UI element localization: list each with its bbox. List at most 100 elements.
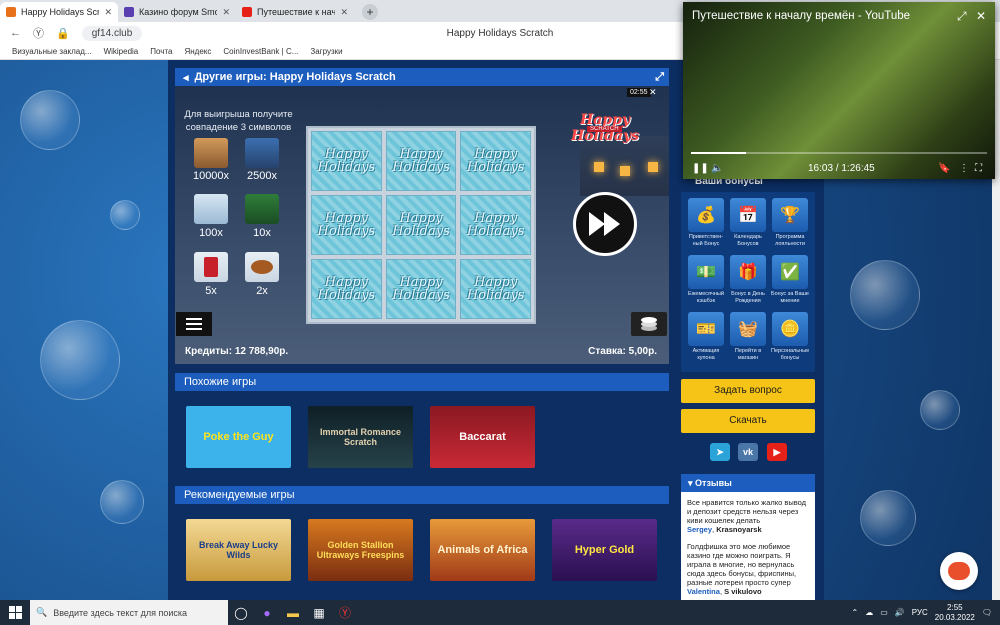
- game-thumb-golden-stallion[interactable]: Golden Stallion Ultraways Freespins: [308, 519, 413, 581]
- back-arrow-icon[interactable]: ←: [10, 27, 21, 39]
- scratch-cell[interactable]: Happy Holidays: [385, 131, 457, 191]
- tab-youtube[interactable]: Путешествие к нача... ✕: [236, 2, 354, 22]
- volume-icon[interactable]: 🔊: [895, 608, 905, 617]
- fullscreen-icon[interactable]: ⛶: [975, 163, 982, 174]
- download-button[interactable]: Скачать: [681, 409, 815, 433]
- back-to-tab-icon[interactable]: ⤢: [957, 9, 967, 24]
- ask-question-button[interactable]: Задать вопрос: [681, 379, 815, 403]
- vk-icon[interactable]: vk: [738, 443, 758, 461]
- bonus-label: Программа лояльности: [775, 234, 805, 247]
- chat-support-button[interactable]: [940, 552, 978, 590]
- bonus-welcome[interactable]: 💰 Приветствен-ный Бонус: [687, 198, 725, 247]
- tab-smokgame[interactable]: Казино форум SmoKGame ✕: [118, 2, 236, 22]
- cloud-icon[interactable]: ☁: [865, 608, 873, 617]
- windows-start-icon[interactable]: [0, 600, 30, 625]
- close-icon[interactable]: ✕: [976, 9, 986, 23]
- bonus-label: Бонус за Ваше мнение: [771, 291, 809, 304]
- close-icon[interactable]: ✕: [222, 7, 230, 18]
- bookmark-item[interactable]: Визуальные заклад...: [12, 47, 92, 56]
- bookmark-item[interactable]: Загрузки: [310, 47, 342, 56]
- close-icon[interactable]: ✕: [340, 7, 348, 18]
- coins-stake-button[interactable]: [631, 312, 667, 336]
- scratch-cell[interactable]: Happy Holidays: [460, 195, 531, 255]
- url-field[interactable]: gf14.club: [81, 25, 143, 41]
- alice-assistant-icon[interactable]: ●: [254, 600, 280, 625]
- bookmark-item[interactable]: Яндекс: [184, 47, 211, 56]
- yandex-browser-icon[interactable]: Ⓨ: [332, 600, 358, 625]
- tab-happy-holidays[interactable]: Happy Holidays Scratch ✕: [0, 2, 118, 22]
- reviews-title: Отзывы: [695, 478, 732, 488]
- review-author[interactable]: Valentina: [687, 587, 720, 596]
- hamburger-menu-button[interactable]: [176, 312, 212, 336]
- christmas-tree-icon: [245, 194, 279, 224]
- new-tab-button[interactable]: +: [362, 4, 378, 20]
- close-icon[interactable]: ✕: [104, 7, 112, 18]
- bonus-coupon[interactable]: 🎫 Активация купона: [687, 312, 725, 361]
- coupon-icon: 🎫: [688, 312, 724, 346]
- game-thumb-immortal-romance[interactable]: Immortal Romance Scratch: [308, 406, 413, 468]
- lock-icon[interactable]: 🔒: [56, 27, 70, 40]
- close-icon[interactable]: ✕: [649, 87, 657, 98]
- clock-time: 2:55: [947, 602, 963, 612]
- tray-arrow-icon[interactable]: ⌃: [852, 608, 859, 617]
- scratch-cell[interactable]: Happy Holidays: [460, 259, 531, 319]
- bonus-shop[interactable]: 🧺 Перейти в магазин: [729, 312, 767, 361]
- scratch-cell[interactable]: Happy Holidays: [311, 259, 382, 319]
- task-view-icon[interactable]: ◯: [228, 600, 254, 625]
- file-explorer-icon[interactable]: ▬: [280, 600, 306, 625]
- scratch-card-grid[interactable]: Happy Holidays Happy Holidays Happy Holi…: [306, 126, 536, 324]
- scratch-cell[interactable]: Happy Holidays: [311, 195, 382, 255]
- bonus-calendar[interactable]: 📅 Календарь Бонусов: [729, 198, 767, 247]
- notifications-icon[interactable]: 🗨: [982, 608, 992, 617]
- game-thumb-hyper-gold[interactable]: Hyper Gold: [552, 519, 657, 581]
- scratch-cell[interactable]: Happy Holidays: [385, 259, 457, 319]
- review-author[interactable]: Sergey: [687, 525, 712, 534]
- system-clock[interactable]: 2:55 20.03.2022: [935, 603, 975, 623]
- bonus-label: Ежемесячный кэшбэк: [688, 291, 724, 304]
- pause-icon[interactable]: ❚❚: [692, 163, 709, 174]
- volume-icon[interactable]: 🔈: [711, 163, 723, 174]
- bookmark-item[interactable]: CoinInvestBank | С...: [223, 47, 298, 56]
- game-title: Другие игры: Happy Holidays Scratch: [194, 71, 396, 83]
- game-canvas[interactable]: 02:55 ✕ Для выигрыша получите совпадение…: [175, 86, 669, 364]
- bonus-birthday[interactable]: 🎁 Бонус в День Рождения: [729, 255, 767, 304]
- search-icon: 🔍: [36, 607, 48, 617]
- review-city: S vikulovo: [724, 587, 762, 596]
- youtube-icon[interactable]: ▶: [767, 443, 787, 461]
- bonus-opinion[interactable]: ✅ Бонус за Ваше мнение: [771, 255, 809, 304]
- taskbar-search-field[interactable]: 🔍 Введите здесь текст для поиска: [30, 600, 228, 625]
- win-instructions: Для выигрыша получите совпадение 3 симво…: [184, 109, 293, 133]
- chevron-down-icon[interactable]: ▾: [688, 478, 695, 488]
- bonus-loyalty[interactable]: 🏆 Программа лояльности: [771, 198, 809, 247]
- bubble-decoration: [110, 200, 140, 230]
- video-progress-bar[interactable]: [691, 152, 987, 154]
- chevron-left-icon[interactable]: ◂: [183, 71, 189, 84]
- scratch-cell[interactable]: Happy Holidays: [460, 131, 531, 191]
- scratch-cell[interactable]: Happy Holidays: [311, 131, 382, 191]
- keyboard-language[interactable]: РУС: [912, 608, 928, 617]
- game-thumb-poke-the-guy[interactable]: Poke the Guy: [186, 406, 291, 468]
- youtube-pip-window[interactable]: Путешествие к началу времён - YouTube ⤢ …: [683, 2, 995, 179]
- bookmark-icon[interactable]: 🔖: [938, 163, 950, 174]
- bonus-label: Персональные бонусы: [771, 348, 810, 361]
- network-icon[interactable]: ▭: [880, 608, 888, 617]
- bonus-cashback[interactable]: 💵 Ежемесячный кэшбэк: [687, 255, 725, 304]
- bubble-decoration: [100, 480, 144, 524]
- bookmark-item[interactable]: Wikipedia: [104, 47, 139, 56]
- game-thumb-baccarat[interactable]: Baccarat: [430, 406, 535, 468]
- roast-turkey-icon: [245, 252, 279, 282]
- main-content: ◂ Другие игры: Happy Holidays Scratch ⤢ …: [168, 60, 676, 600]
- bookmark-item[interactable]: Почта: [150, 47, 172, 56]
- calculator-icon[interactable]: ▦: [306, 600, 332, 625]
- scratch-cell[interactable]: Happy Holidays: [385, 195, 457, 255]
- game-thumb-animals-of-africa[interactable]: Animals of Africa: [430, 519, 535, 581]
- fullscreen-icon[interactable]: ⤢: [655, 71, 664, 84]
- more-options-icon[interactable]: ⋮: [959, 163, 969, 174]
- telegram-icon[interactable]: ➤: [710, 443, 730, 461]
- bonus-personal[interactable]: 🪙 Персональные бонусы: [771, 312, 809, 361]
- game-thumb-break-away[interactable]: Break Away Lucky Wilds: [186, 519, 291, 581]
- yandex-logo-icon[interactable]: Ⓨ: [33, 25, 44, 41]
- review-text: Все нравится только жалко вывод и депози…: [687, 498, 807, 525]
- play-button[interactable]: [573, 192, 637, 256]
- symbol-tree-icon: [245, 138, 279, 168]
